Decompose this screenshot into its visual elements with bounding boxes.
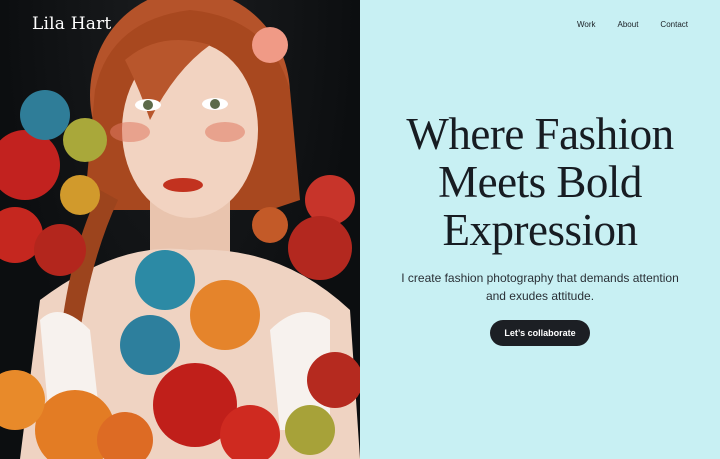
nav-about-link[interactable]: About [618, 20, 639, 29]
hero-subtitle: I create fashion photography that demand… [384, 269, 696, 305]
hero-headline: Where Fashion Meets Bold Expression [360, 110, 720, 254]
headline-line: Where Fashion [406, 109, 674, 159]
collaborate-button[interactable]: Let’s collaborate [490, 320, 590, 346]
nav-work-link[interactable]: Work [577, 20, 596, 29]
brand-logo[interactable]: Lila Hart [32, 14, 111, 34]
headline-line: Expression [442, 205, 638, 255]
nav-contact-link[interactable]: Contact [660, 20, 688, 29]
top-nav: Work About Contact [577, 20, 688, 29]
portrait-illustration [0, 0, 360, 459]
headline-line: Meets Bold [438, 157, 642, 207]
subtitle-line: and exudes attitude. [485, 289, 595, 303]
hero-content: Work About Contact Where Fashion Meets B… [360, 0, 720, 459]
subtitle-line: I create fashion photography that demand… [401, 271, 679, 285]
hero-portrait-photo [0, 0, 360, 459]
